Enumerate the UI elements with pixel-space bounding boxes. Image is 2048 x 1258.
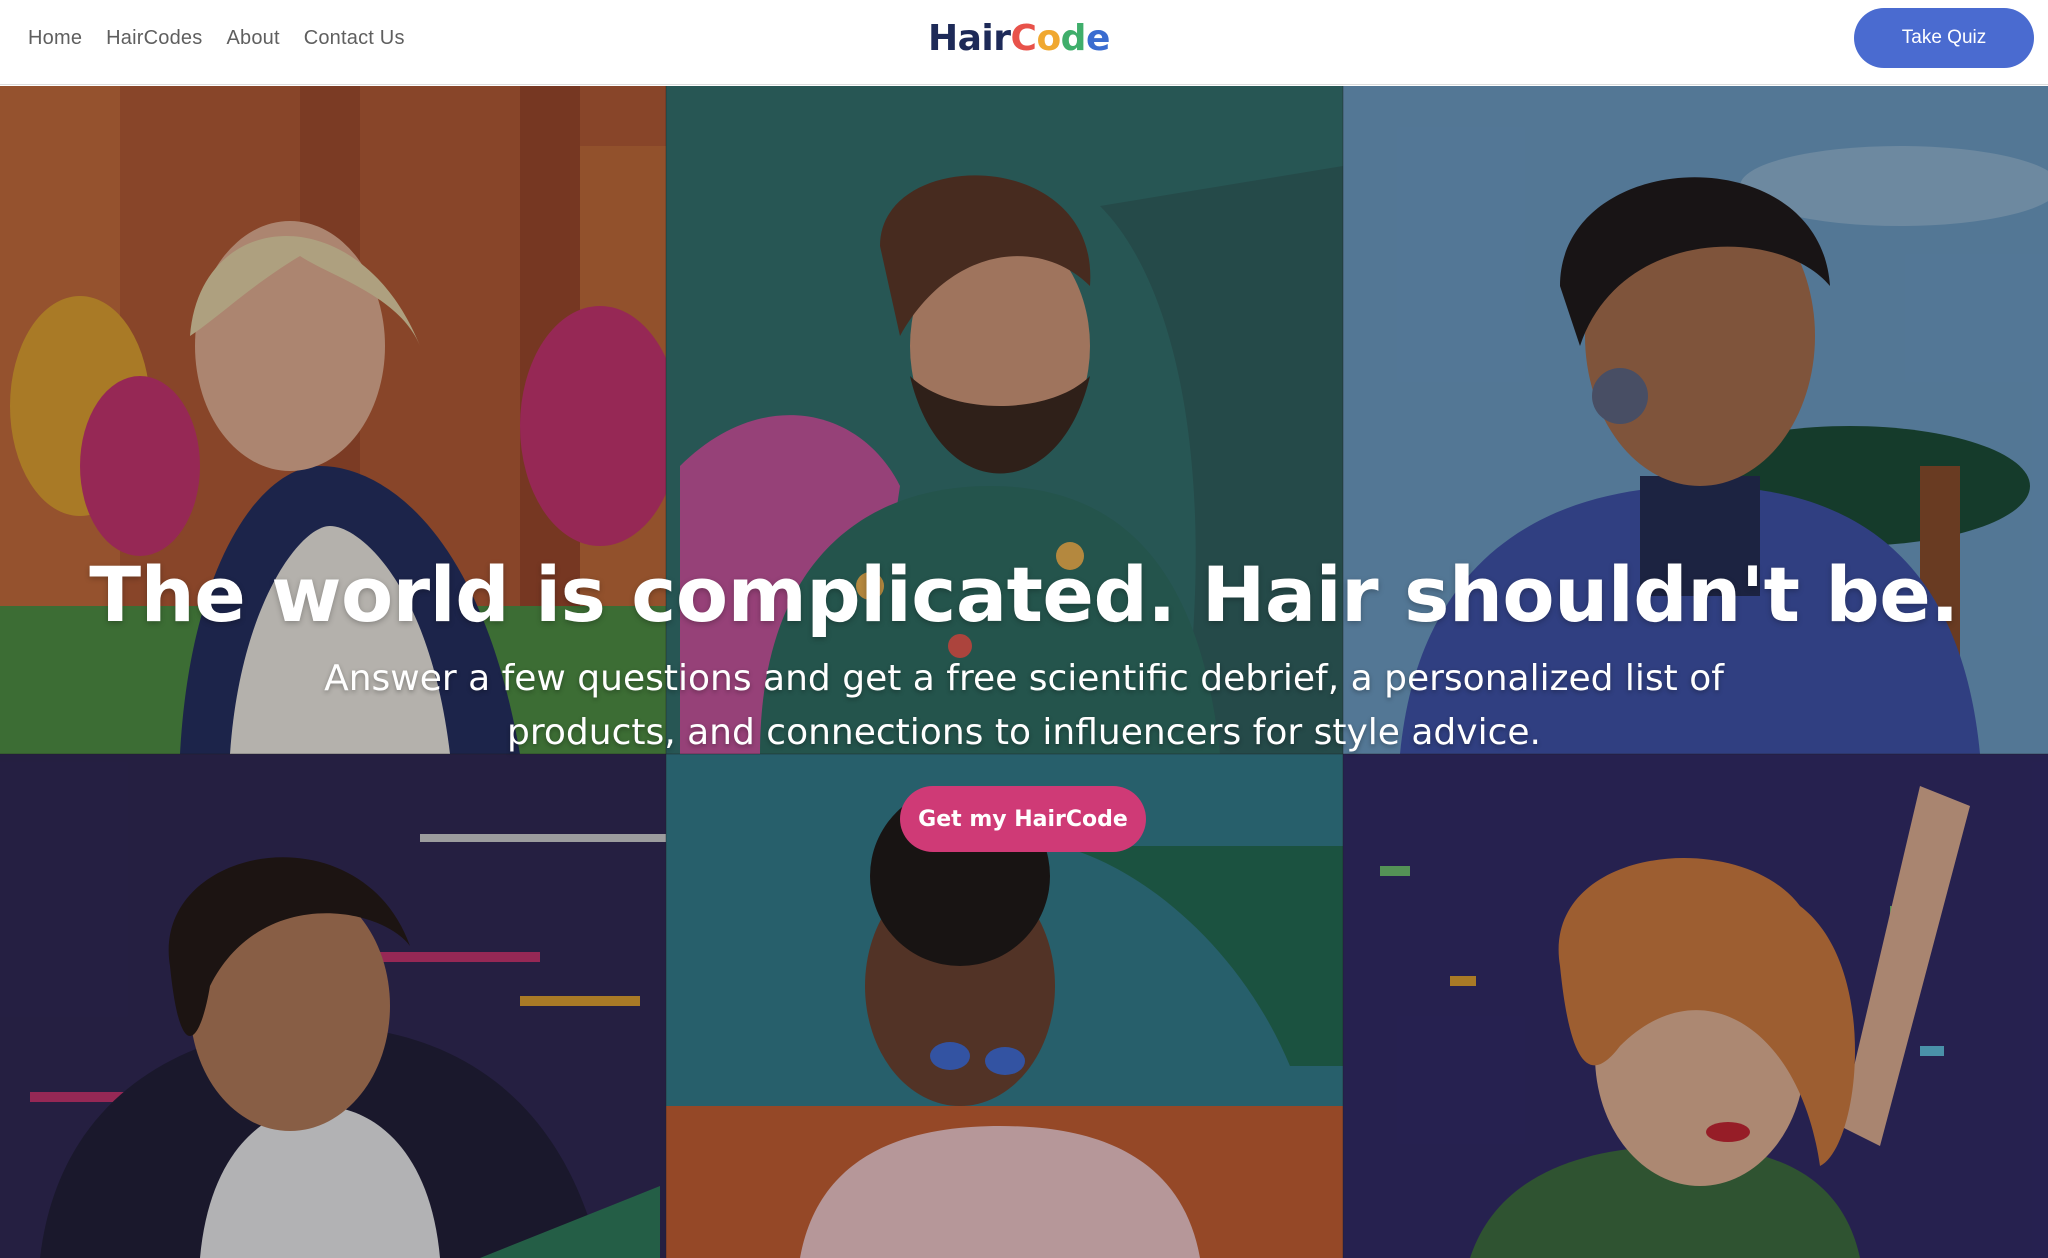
hero-section: The world is complicated. Hair shouldn't… xyxy=(0,86,2048,1258)
logo-letter-c: C xyxy=(1010,18,1037,59)
logo-letter-o: o xyxy=(1036,18,1061,59)
logo-hair-text: Hair xyxy=(928,18,1011,59)
nav-home-link[interactable]: Home xyxy=(28,27,82,50)
logo-letter-e: e xyxy=(1085,18,1110,59)
nav-contact-link[interactable]: Contact Us xyxy=(304,27,405,50)
main-nav: Home HairCodes About Contact Us xyxy=(28,27,429,50)
hero-headline: The world is complicated. Hair shouldn't… xyxy=(89,550,1959,639)
nav-about-link[interactable]: About xyxy=(226,27,279,50)
take-quiz-button[interactable]: Take Quiz xyxy=(1854,8,2034,68)
haircode-logo[interactable]: HairCode xyxy=(928,18,1110,66)
nav-haircodes-link[interactable]: HairCodes xyxy=(106,27,202,50)
logo-letter-d: d xyxy=(1060,18,1087,59)
get-my-haircode-button[interactable]: Get my HairCode xyxy=(900,786,1146,852)
hero-subheadline: Answer a few questions and get a free sc… xyxy=(324,658,1724,753)
top-navigation-bar: Home HairCodes About Contact Us HairCode… xyxy=(0,0,2048,85)
